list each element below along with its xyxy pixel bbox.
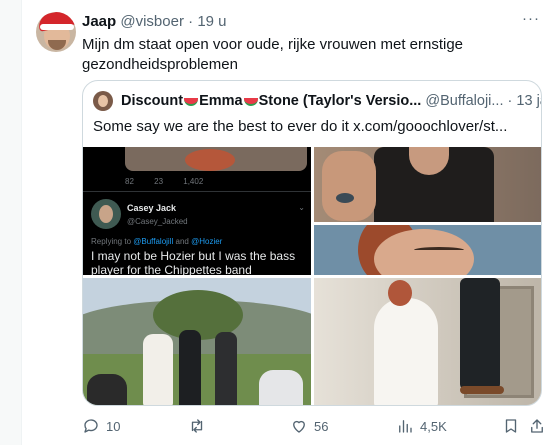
commenter-reply-text: I may not be Hozier but I was the bass p… [91,249,296,275]
reply-count: 10 [106,418,121,434]
photo-tattoo [336,193,354,203]
media-screenshot[interactable]: 82 23 1,402 Casey Jack @Casey_Jacked ⌄ R… [83,147,311,275]
photo-groom-suit [460,278,500,390]
quoted-author-handle: @Buffaloji... [425,93,504,110]
commenter-name: Casey Jack [127,203,177,213]
embedded-stats: 82 23 1,402 [125,177,204,186]
quoted-name-part2: Emma [199,93,243,110]
watermelon-emoji-icon [184,98,199,107]
embedded-photo [125,147,307,171]
action-bar: 10 56 4,5K [82,414,543,438]
bookmark-button[interactable] [502,416,520,436]
author-handle[interactable]: @visboer [120,13,184,30]
like-button[interactable]: 56 [290,416,328,436]
more-options-icon[interactable]: ··· [521,11,541,32]
bookmark-icon [505,419,517,433]
share-icon [531,419,543,433]
tweet[interactable]: Jaap @visboer · 19 u ··· Mijn dm staat o… [22,0,555,445]
timeline-left-rail [0,0,22,445]
commenter-handle: @Casey_Jacked [127,217,188,226]
author-name[interactable]: Jaap [82,13,116,30]
watermelon-emoji-icon [243,98,258,107]
photo-dress [374,298,438,405]
quoted-name-part1: Discount [121,93,184,110]
views-button[interactable]: 4,5K [396,416,447,436]
photo-arm [322,151,376,221]
heart-icon [293,420,305,433]
photo-eyes [414,247,464,253]
quoted-name-part3: Stone (Taylor's Versio... [258,93,422,110]
photo-guest [87,374,127,405]
tweet-text: Mijn dm staat open voor oude, rijke vrou… [82,36,464,73]
media-photo-face[interactable] [314,225,541,275]
commenter-avatar [91,199,121,229]
tweet-header: Jaap @visboer · 19 u [82,12,227,32]
replying-to: Replying to @Buffalojill and @Hozier [91,237,223,246]
views-count: 4,5K [420,418,447,434]
photo-bride-head [388,280,412,306]
repost-button[interactable] [188,416,212,436]
photo-groom [179,330,201,405]
tweet-time[interactable]: 19 u [197,13,226,30]
quoted-tweet-time: 13 jan. [516,93,541,110]
media-photo-tattoo[interactable] [314,147,541,222]
share-button[interactable] [528,416,546,436]
quoted-author-avatar [93,91,113,112]
views-icon [399,420,412,433]
chevron-down-icon: ⌄ [298,203,305,212]
divider [83,191,311,192]
quoted-tweet-header: Discount Emma Stone (Taylor's Versio... @B… [93,91,541,112]
reply-button[interactable]: 10 [82,416,120,436]
separator-dot: · [188,13,194,30]
photo-officiant [215,332,237,405]
like-count: 56 [314,418,329,434]
santa-hat-rim [40,24,74,30]
author-avatar[interactable] [36,12,76,52]
media-grid: 82 23 1,402 Casey Jack @Casey_Jacked ⌄ R… [83,147,541,405]
quoted-tweet-text: Some say we are the best to ever do it x… [93,118,508,135]
photo-shoes [460,386,504,394]
repost-icon [191,419,203,433]
quoted-author-name: Discount Emma Stone (Taylor's Versio... [121,93,421,109]
quoted-tweet[interactable]: Discount Emma Stone (Taylor's Versio... @B… [82,80,542,406]
separator-dot: · [507,93,513,110]
media-photo-ceremony[interactable] [83,278,311,405]
reply-icon [84,419,98,433]
media-photo-couple[interactable] [314,278,541,405]
photo-bride [143,334,173,405]
photo-guest [259,370,303,405]
